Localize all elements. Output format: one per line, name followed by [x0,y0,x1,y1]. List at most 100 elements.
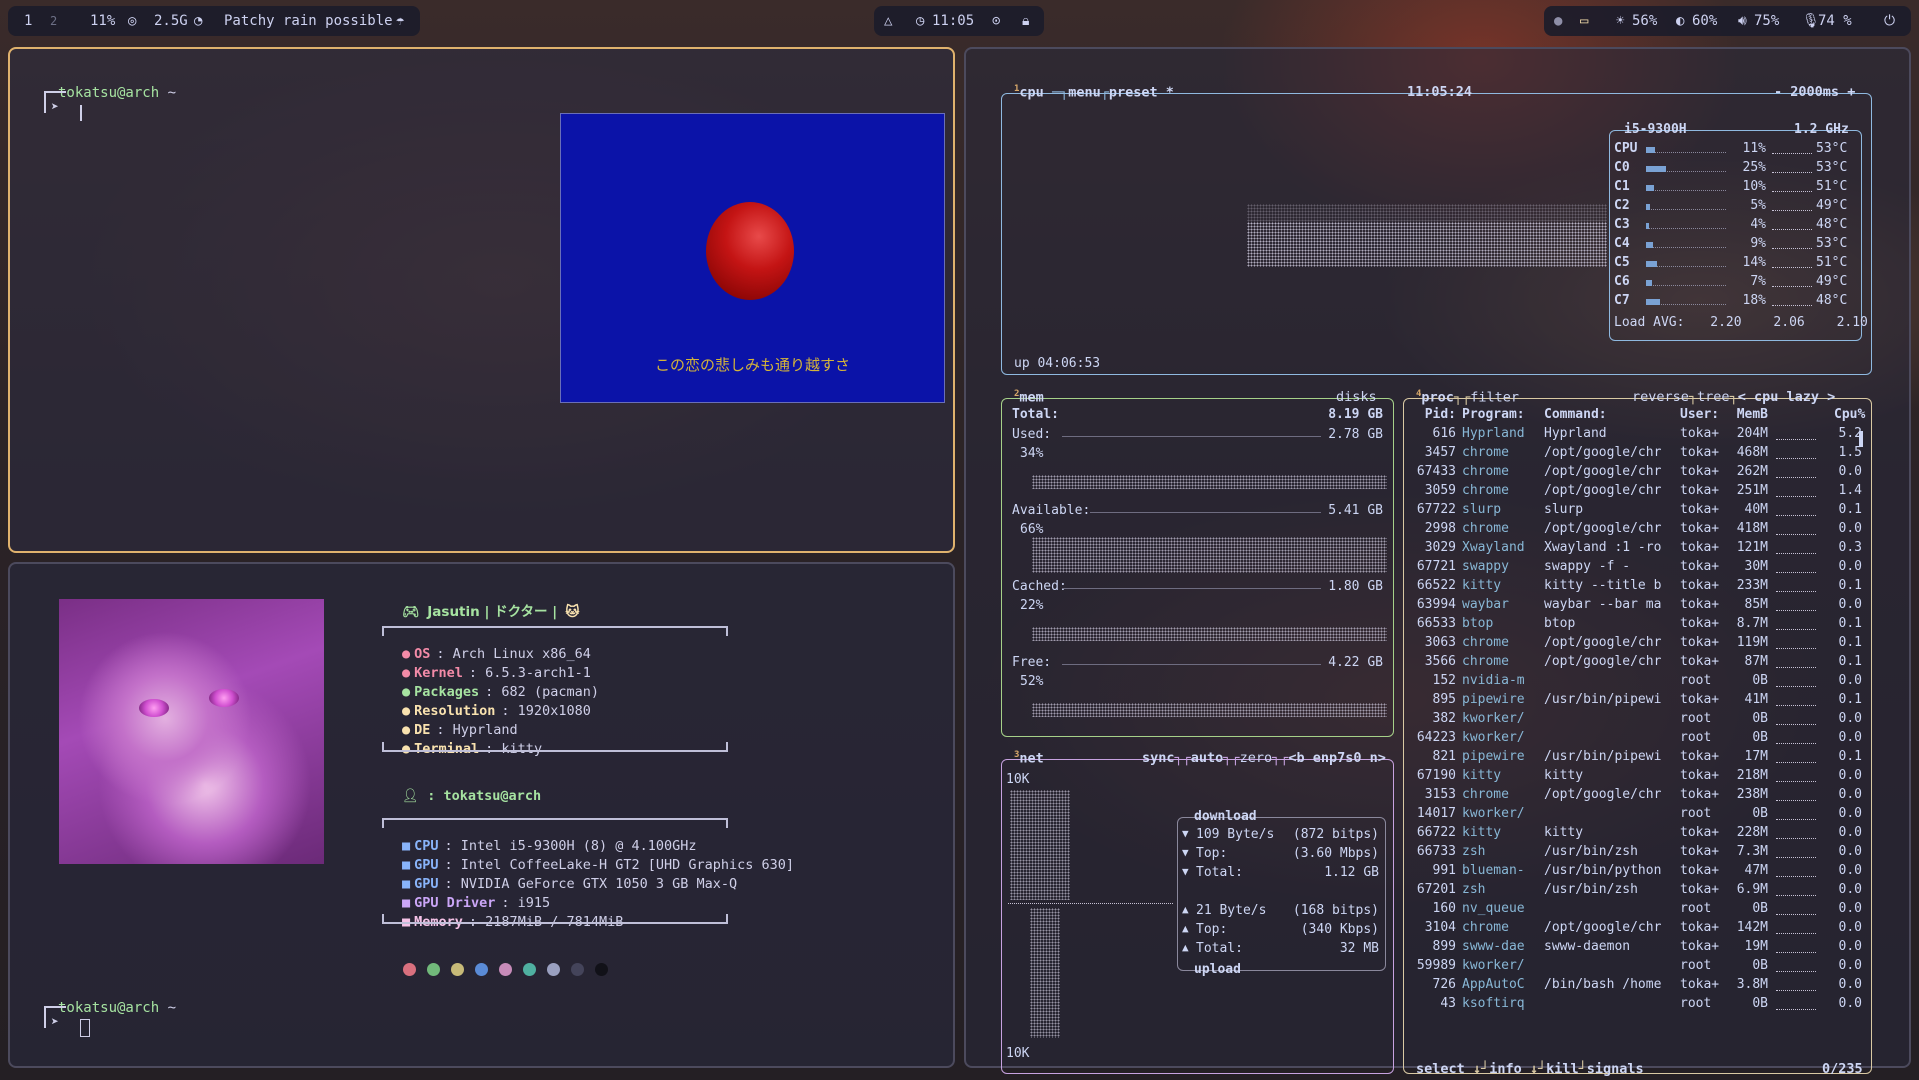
proc-cell: swappy [1462,559,1509,574]
proc-row[interactable]: 821 pipewire/usr/bin/pipewi toka+ 17M 0.1 [1404,749,1871,768]
proc-row[interactable]: 382 kworker/root 0B 0.0 [1404,711,1871,730]
interval-control[interactable]: - 2000ms + [1774,84,1855,100]
tray-icon[interactable]: ● [1554,13,1562,29]
proc-row[interactable]: 67721 swappy swappy -f - toka+ 30M 0.0 [1404,559,1871,578]
proc-row[interactable]: 66733 zsh/usr/bin/zsh toka+ 7.3M 0.0 [1404,844,1871,863]
proc-title[interactable]: proc [1421,390,1454,406]
proc-cell: 0.1 [1838,502,1862,517]
mem-title[interactable]: mem [1019,390,1043,406]
proc-col-header[interactable]: Cpu% [1834,407,1865,422]
net-iface-prev[interactable]: <b [1288,750,1304,766]
proc-row[interactable]: 152 nvidia-m root 0B 0.0 [1404,673,1871,692]
window-icon[interactable]: ▭ [1580,13,1588,29]
proc-row[interactable]: 43 ksoftirq root 0B 0.0 [1404,996,1871,1015]
brightness-keyboard[interactable]: 60% [1692,13,1717,29]
proc-row[interactable]: 160 nv_queue root 0B 0.0 [1404,901,1871,920]
proc-info[interactable]: info [1489,1061,1522,1077]
tab-preset[interactable]: preset * [1109,85,1174,101]
load-1: 2.20 [1710,315,1742,330]
arch-icon[interactable]: △ [884,13,892,29]
proc-scrollbar[interactable] [1859,431,1863,447]
proc-signals[interactable]: signals [1587,1061,1644,1077]
proc-row[interactable]: 895 pipewire/usr/bin/pipewi toka+ 41M 0.1 [1404,692,1871,711]
proc-cell: root [1680,996,1712,1011]
interval-minus[interactable]: - [1774,84,1782,100]
proc-col-header[interactable]: User: [1680,407,1724,422]
workspace-2[interactable]: 2 [50,14,57,28]
proc-reverse[interactable]: reverse [1632,389,1689,405]
volume[interactable]: 75% [1754,13,1779,29]
proc-col-header[interactable]: Program: [1462,407,1532,422]
proc-cpu-graph [1776,761,1816,763]
proc-cpu-graph [1776,514,1816,516]
proc-select[interactable]: select [1416,1061,1465,1077]
proc-tree[interactable]: tree [1697,389,1730,405]
interval-plus[interactable]: + [1847,84,1855,100]
tab-menu[interactable]: menu [1068,85,1101,101]
proc-row[interactable]: 991 blueman- /usr/bin/python toka+ 47M 0.0 [1404,863,1871,882]
proc-row[interactable]: 14017 kworker/root 0B 0.0 [1404,806,1871,825]
proc-cpu-graph [1776,723,1816,725]
proc-cell: 0.0 [1838,711,1862,726]
mem-row-label: Free: [1012,655,1052,670]
proc-col-header[interactable]: Command: [1544,407,1672,422]
proc-col-header[interactable]: Pid: [1410,407,1456,422]
net-iface-next[interactable]: n> [1370,750,1386,766]
brightness-screen[interactable]: 56% [1632,13,1657,29]
proc-row[interactable]: 64223 kworker/root 0B 0.0 [1404,730,1871,749]
palette-dot [547,963,560,976]
proc-row[interactable]: 3566 chrome/opt/google/chr toka+ 87M 0.1 [1404,654,1871,673]
tab-cpu[interactable]: cpu [1019,85,1043,101]
prompt-path: ~ [167,1000,177,1016]
settings-icon[interactable]: ⊙ [992,13,1000,29]
proc-filter[interactable]: filter [1470,390,1519,406]
core-temp-graph [1772,188,1812,192]
game-window[interactable]: この恋の悲しみも通り越すさ [560,113,945,403]
mem-row-pct: 22% [1020,598,1044,613]
proc-row[interactable]: 3104 chrome/opt/google/chr toka+ 142M 0.0 [1404,920,1871,939]
net-title[interactable]: net [1019,751,1043,767]
mic-level[interactable]: 74 % [1818,13,1852,29]
proc-row[interactable]: 3059 chrome/opt/google/chr toka+ 251M 1.4 [1404,483,1871,502]
terminal-window-top[interactable]: tokatsu@arch ~ この恋の悲しみも通り越すさ [8,47,955,553]
btop-window[interactable]: 1cpu ─┐menu┌preset * 11:05:24 - 2000ms +… [964,47,1911,1077]
proc-row[interactable]: 59989 kworker/root 0B 0.0 [1404,958,1871,977]
terminal-window-bottom[interactable]: 🎮︎ Jasutin | ドクター | 🐱︎ ● OS: Arch Linux x… [8,562,955,1068]
proc-row[interactable]: 66522 kitty kitty --title b toka+ 233M 0.1 [1404,578,1871,597]
info-icon: ● [402,684,411,700]
net-auto[interactable]: auto [1191,750,1224,766]
proc-row[interactable]: 726 AppAutoC/bin/bash /home toka+ 3.8M 0.0 [1404,977,1871,996]
proc-sort[interactable]: < cpu lazy > [1738,389,1836,405]
proc-kill[interactable]: kill [1546,1061,1579,1077]
power-icon[interactable]: ⏻ [1884,13,1895,29]
proc-row[interactable]: 66533 btop btop toka+ 8.7M 0.1 [1404,616,1871,635]
proc-row[interactable]: 3063 chrome/opt/google/chr toka+ 119M 0.1 [1404,635,1871,654]
net-sync[interactable]: sync [1142,750,1175,766]
lock-icon[interactable]: 🔒︎ [1022,13,1029,29]
proc-row[interactable]: 67722 slurp slurp toka+ 40M 0.1 [1404,502,1871,521]
proc-cpu-graph [1776,457,1816,459]
proc-cell: toka+ [1680,540,1720,555]
proc-row[interactable]: 3457 chrome/opt/google/chr toka+ 468M 1.5 [1404,445,1871,464]
proc-row[interactable]: 66722 kitty kitty toka+ 228M 0.0 [1404,825,1871,844]
net-zero[interactable]: zero [1240,750,1273,766]
proc-row[interactable]: 3153 chrome/opt/google/chr toka+ 238M 0.0 [1404,787,1871,806]
proc-row[interactable]: 67433 chrome/opt/google/chr toka+ 262M 0.0 [1404,464,1871,483]
proc-row[interactable]: 67201 zsh/usr/bin/zsh toka+ 6.9M 0.0 [1404,882,1871,901]
core-pct: 9% [1750,236,1766,251]
proc-row[interactable]: 3029 Xwayland Xwayland :1 -ro toka+ 121M 0.3 [1404,540,1871,559]
proc-row[interactable]: 616 Hyprland Hyprland toka+ 204M 5.2 [1404,426,1871,445]
proc-row[interactable]: 63994 waybar waybar --bar ma toka+ 85M 0.0 [1404,597,1871,616]
proc-cell: 66722 [1416,825,1456,840]
info-line: ● OS: Arch Linux x86_64 [402,646,591,662]
proc-cell: toka+ [1680,844,1720,859]
workspace-1[interactable]: 1 [24,13,32,29]
proc-row[interactable]: 67190 kitty kitty toka+ 218M 0.0 [1404,768,1871,787]
proc-cell: 40M [1744,502,1768,517]
proc-row[interactable]: 899 swww-dae swww-daemon toka+ 19M 0.0 [1404,939,1871,958]
proc-row[interactable]: 2998 chrome/opt/google/chr toka+ 418M 0.0 [1404,521,1871,540]
disks-toggle[interactable]: disks [1336,389,1377,405]
proc-col-header[interactable]: MemB [1726,407,1768,422]
clock[interactable]: 11:05 [932,13,974,29]
core-bar [1646,166,1726,172]
